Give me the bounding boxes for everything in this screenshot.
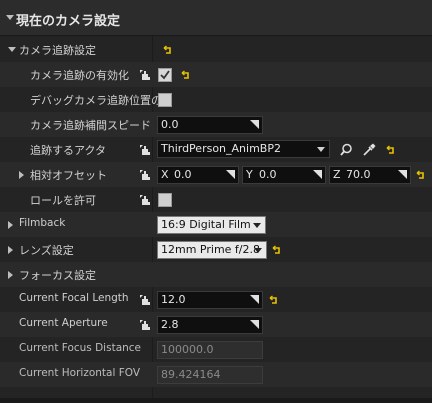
aperture-input[interactable]: 2.8 <box>157 316 263 334</box>
drag-grip-icon[interactable] <box>312 170 322 180</box>
reset-arrow-icon[interactable] <box>416 170 426 180</box>
search-icon[interactable] <box>340 143 353 156</box>
reset-arrow-icon[interactable] <box>269 295 279 305</box>
relative-offset-row: 相対オフセット X 0.0 Y 0.0 Z 70.0 <box>0 162 432 187</box>
collapse-arrow-icon[interactable] <box>6 15 14 20</box>
drag-grip-icon[interactable] <box>225 170 235 180</box>
offset-z-input[interactable]: Z 70.0 <box>329 166 411 184</box>
chevron-down-icon <box>317 147 325 152</box>
offset-x-input[interactable]: X 0.0 <box>157 166 239 184</box>
expand-arrow-icon[interactable] <box>8 47 16 52</box>
expand-arrow-icon[interactable] <box>8 246 13 254</box>
interp-speed-input[interactable]: 0.0 <box>157 116 263 134</box>
drag-hand-icon[interactable] <box>139 144 151 156</box>
focus-distance-label: Current Focus Distance <box>19 342 142 354</box>
horizontal-fov-input: 89.424164 <box>157 366 263 384</box>
interp-speed-row: カメラ追跡補間スピード 0.0 <box>0 112 432 137</box>
focal-length-row: Current Focal Length 12.0 <box>0 287 432 312</box>
reset-arrow-icon[interactable] <box>181 70 191 80</box>
category-header[interactable]: 現在のカメラ設定 <box>0 0 432 36</box>
drag-hand-icon[interactable] <box>139 294 151 306</box>
chevron-down-icon <box>254 248 262 253</box>
drag-hand-icon[interactable] <box>139 194 151 206</box>
allow-roll-row: ロールを許可 <box>0 187 432 212</box>
debug-position-row: デバッグカメラ追跡位置の <box>0 87 432 112</box>
tracking-enable-label: カメラ追跡の有効化 <box>30 69 129 82</box>
filmback-label: Filmback <box>19 217 66 229</box>
reset-arrow-icon[interactable] <box>386 145 396 155</box>
track-actor-label: 追跡するアクタ <box>30 144 107 157</box>
offset-y-input[interactable]: Y 0.0 <box>242 166 326 184</box>
expand-arrow-icon[interactable] <box>8 221 13 229</box>
horizontal-fov-row: Current Horizontal FOV 89.424164 <box>0 362 432 387</box>
chevron-down-icon <box>253 223 261 228</box>
filmback-preset-dropdown[interactable]: 16:9 Digital Film <box>157 216 266 234</box>
lens-preset-dropdown[interactable]: 12mm Prime f/2.8 <box>157 241 267 259</box>
drag-grip-icon[interactable] <box>249 320 259 330</box>
aperture-row: Current Aperture 2.8 <box>0 312 432 337</box>
focus-settings-row: フォーカス設定 <box>0 262 432 287</box>
category-title: 現在のカメラ設定 <box>16 14 121 29</box>
interp-speed-label: カメラ追跡補間スピード <box>30 119 151 132</box>
focus-settings-label: フォーカス設定 <box>19 269 96 282</box>
relative-offset-label: 相対オフセット <box>30 169 107 182</box>
details-panel: 現在のカメラ設定 カメラ追跡設定 カメラ追跡の有効化 デバッグカメラ追跡位置の … <box>0 0 432 403</box>
drag-grip-icon[interactable] <box>249 120 259 130</box>
tracking-settings-label: カメラ追跡設定 <box>19 44 96 57</box>
drag-grip-icon[interactable] <box>249 295 259 305</box>
drag-hand-icon[interactable] <box>139 69 151 81</box>
debug-position-checkbox[interactable] <box>158 93 172 107</box>
allow-roll-label: ロールを許可 <box>30 194 96 207</box>
tracking-enable-row: カメラ追跡の有効化 <box>0 62 432 87</box>
focal-length-label: Current Focal Length <box>19 292 129 304</box>
drag-hand-icon[interactable] <box>139 169 151 181</box>
lens-settings-row: レンズ設定 12mm Prime f/2.8 <box>0 237 432 262</box>
filmback-row: Filmback 16:9 Digital Film <box>0 212 432 237</box>
enable-tracking-checkbox[interactable] <box>158 68 172 82</box>
allow-roll-checkbox[interactable] <box>158 193 172 207</box>
reset-arrow-icon[interactable] <box>163 45 173 55</box>
focal-length-input[interactable]: 12.0 <box>157 291 263 309</box>
track-actor-row: 追跡するアクタ ThirdPerson_AnimBP2 <box>0 137 432 162</box>
lens-settings-label: レンズ設定 <box>19 244 74 257</box>
focus-distance-row: Current Focus Distance 100000.0 <box>0 337 432 362</box>
drag-grip-icon[interactable] <box>397 170 407 180</box>
horizontal-fov-label: Current Horizontal FOV <box>19 367 141 379</box>
eyedropper-icon[interactable] <box>363 143 376 156</box>
debug-position-label: デバッグカメラ追跡位置の <box>30 94 162 107</box>
aperture-label: Current Aperture <box>19 317 108 329</box>
drag-hand-icon[interactable] <box>139 319 151 331</box>
expand-arrow-icon[interactable] <box>19 171 24 179</box>
tracking-settings-row[interactable]: カメラ追跡設定 <box>0 37 432 62</box>
expand-arrow-icon[interactable] <box>8 271 13 279</box>
panel-bottom-edge <box>0 398 432 403</box>
track-actor-picker[interactable]: ThirdPerson_AnimBP2 <box>157 140 330 158</box>
reset-arrow-icon[interactable] <box>272 245 282 255</box>
focus-distance-input: 100000.0 <box>157 341 263 359</box>
